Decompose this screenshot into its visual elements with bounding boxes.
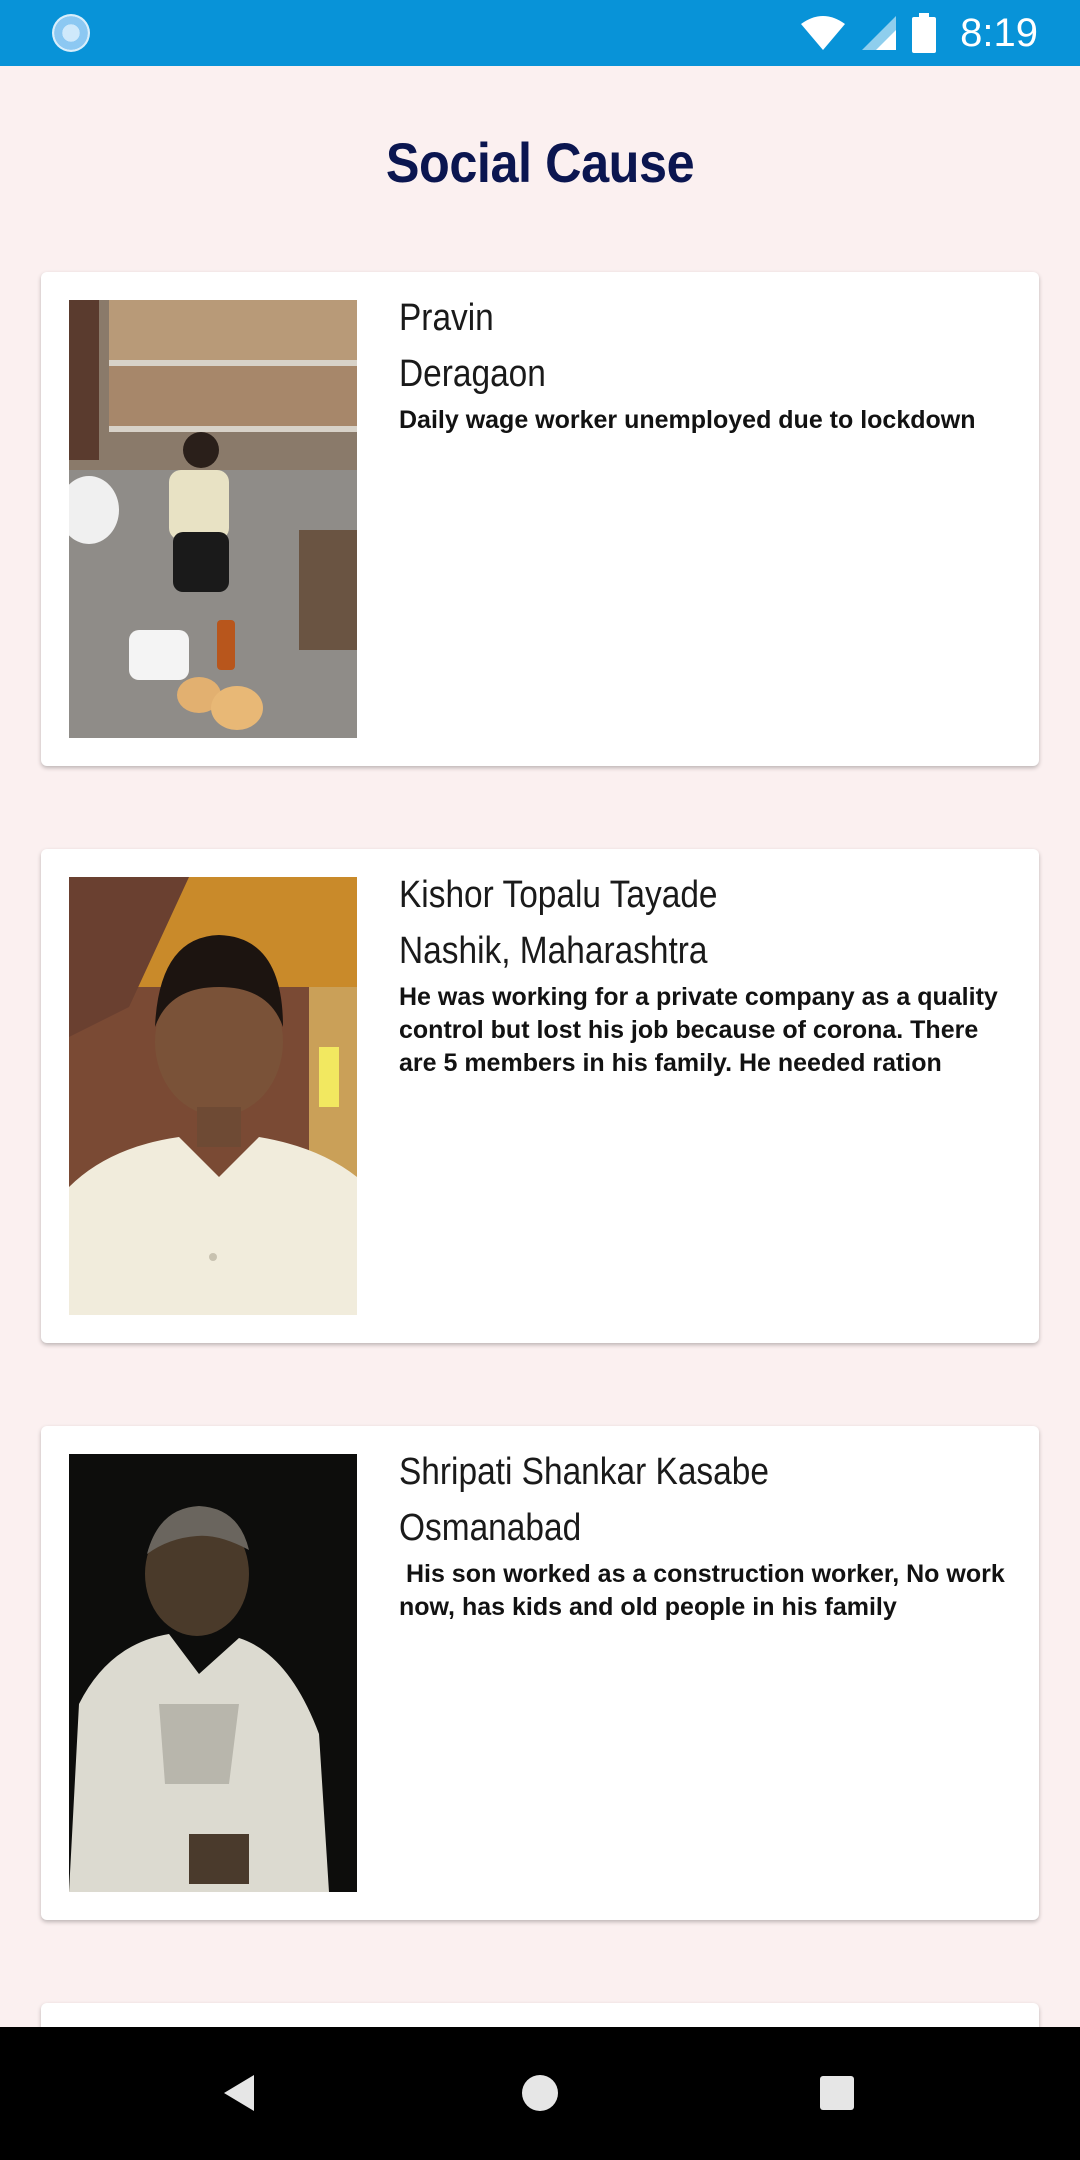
system-nav-bar xyxy=(0,2027,1080,2160)
card-location: Nashik, Maharashtra xyxy=(399,930,708,972)
card-description: Daily wage worker unemployed due to lock… xyxy=(399,406,976,434)
card-location: Deragaon xyxy=(399,353,546,395)
app-notification-icon xyxy=(52,14,90,52)
home-icon[interactable] xyxy=(522,2075,558,2111)
status-icons: 8:19 xyxy=(800,0,1038,66)
wifi-icon xyxy=(801,16,846,50)
cell-signal-icon xyxy=(862,16,897,50)
card-name: Kishor Topalu Tayade xyxy=(399,874,718,916)
card-description: He was working for a private company as … xyxy=(399,983,1005,1077)
person-photo xyxy=(69,1454,357,1892)
back-icon[interactable] xyxy=(222,2073,256,2113)
cause-card[interactable]: Shripati Shankar Kasabe Osmanabad His so… xyxy=(41,1426,1039,1920)
card-name: Shripati Shankar Kasabe xyxy=(399,1451,769,1493)
cause-card[interactable]: Kishor Topalu Tayade Nashik, Maharashtra… xyxy=(41,849,1039,1343)
recents-icon[interactable] xyxy=(820,2076,854,2110)
person-photo xyxy=(69,877,357,1315)
cause-card[interactable]: Pravin Deragaon Daily wage worker unempl… xyxy=(41,272,1039,766)
card-description: His son worked as a construction worker,… xyxy=(399,1560,1012,1621)
person-photo xyxy=(69,300,357,738)
page-title: Social Cause xyxy=(385,131,695,194)
card-name: Pravin xyxy=(399,297,494,339)
status-time: 8:19 xyxy=(960,10,1038,55)
card-location: Osmanabad xyxy=(399,1507,582,1549)
battery-icon xyxy=(912,13,937,53)
status-bar: 8:19 xyxy=(0,0,1080,66)
